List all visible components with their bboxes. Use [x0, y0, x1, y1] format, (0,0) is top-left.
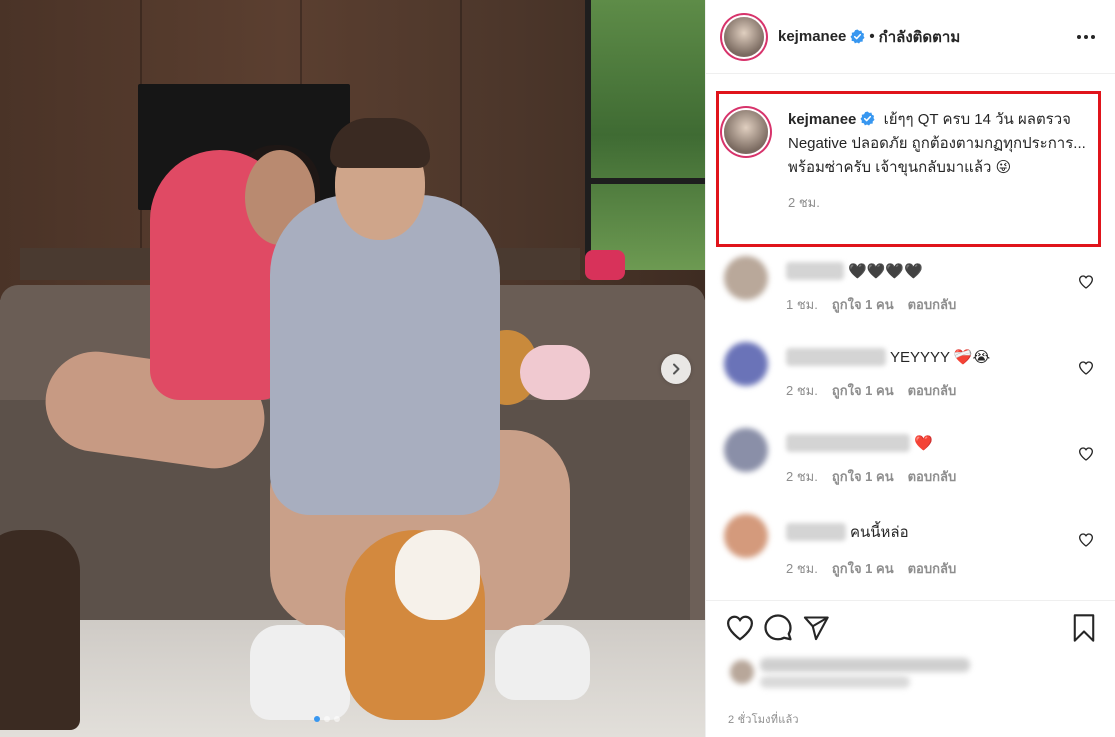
- reply-button[interactable]: ตอบกลับ: [908, 294, 957, 315]
- comment-like-count[interactable]: ถูกใจ 1 คน: [832, 558, 894, 579]
- reply-button[interactable]: ตอบกลับ: [908, 466, 957, 487]
- stool: [0, 530, 80, 730]
- sneaker: [250, 625, 350, 720]
- verified-badge-icon: [860, 111, 875, 126]
- comment-item: ❤️ 2 ชม. ถูกใจ 1 คน ตอบกลับ: [706, 424, 1115, 510]
- comment-time[interactable]: 2 ชม.: [786, 466, 818, 487]
- carousel-next-button[interactable]: [661, 354, 691, 384]
- header-username[interactable]: kejmanee: [778, 28, 846, 45]
- comment-item: 🖤🖤🖤🖤 1 ชม. ถูกใจ 1 คน ตอบกลับ: [706, 252, 1115, 338]
- avatar[interactable]: [724, 110, 768, 154]
- commenter-avatar[interactable]: [724, 342, 768, 386]
- comment-text: YEYYYY ❤️‍🩹😭: [890, 349, 991, 366]
- like-button[interactable]: [724, 612, 756, 644]
- cushion: [585, 250, 625, 280]
- commenter-username[interactable]: [786, 523, 846, 541]
- carousel-dot: [314, 716, 320, 722]
- chevron-right-icon: [673, 363, 680, 375]
- more-dot: [1084, 34, 1088, 39]
- save-button[interactable]: [1068, 612, 1100, 644]
- comment-time[interactable]: 2 ชม.: [786, 380, 818, 401]
- reply-button[interactable]: ตอบกลับ: [908, 380, 957, 401]
- comment-like-count[interactable]: ถูกใจ 1 คน: [832, 466, 894, 487]
- carousel-indicator: [314, 716, 340, 722]
- carousel-dot: [324, 716, 330, 722]
- comment-item: คนนี้หล่อ 2 ชม. ถูกใจ 1 คน ตอบกลับ: [706, 510, 1115, 596]
- corgi-face: [395, 530, 480, 620]
- heart-outline-icon[interactable]: [1078, 446, 1094, 462]
- comment-like-count[interactable]: ถูกใจ 1 คน: [832, 294, 894, 315]
- post-action-bar: [706, 600, 1115, 654]
- more-options-button[interactable]: [1073, 31, 1099, 43]
- likes-text-blurred: [760, 676, 910, 688]
- likes-summary[interactable]: [730, 656, 970, 694]
- comment-like-count[interactable]: ถูกใจ 1 คน: [832, 380, 894, 401]
- window: [585, 0, 705, 270]
- heart-icon: [726, 615, 754, 641]
- comment-button[interactable]: [762, 612, 794, 644]
- post-caption: kejmanee เย้ๆๆ QT ครบ 14 วัน ผลตรวจ Nega…: [724, 108, 1104, 213]
- heart-outline-icon[interactable]: [1078, 532, 1094, 548]
- more-dot: [1077, 34, 1081, 39]
- bookmark-icon: [1073, 613, 1095, 642]
- paper-plane-icon: [803, 615, 829, 640]
- following-button[interactable]: กำลังติดตาม: [879, 25, 961, 49]
- commenter-username[interactable]: [786, 262, 844, 280]
- likes-text-blurred: [760, 658, 970, 672]
- comment-text: ❤️: [914, 435, 933, 452]
- carousel-dot: [334, 716, 340, 722]
- post-header: kejmanee • กำลังติดตาม: [706, 0, 1115, 74]
- post-photo[interactable]: [0, 0, 705, 737]
- post-timestamp[interactable]: 2 ชั่วโมงที่แล้ว: [728, 710, 799, 728]
- comment-time[interactable]: 1 ชม.: [786, 294, 818, 315]
- share-button[interactable]: [800, 612, 832, 644]
- comment-time[interactable]: 2 ชม.: [786, 558, 818, 579]
- sneaker: [495, 625, 590, 700]
- person-hair: [330, 118, 430, 168]
- comment-text: คนนี้หล่อ: [850, 524, 909, 541]
- caption-text-block: kejmanee เย้ๆๆ QT ครบ 14 วัน ผลตรวจ Nega…: [788, 108, 1098, 180]
- comment-item: YEYYYY ❤️‍🩹😭 2 ชม. ถูกใจ 1 คน ตอบกลับ: [706, 338, 1115, 424]
- post-side-panel: kejmanee • กำลังติดตาม kejmanee เย้ๆๆ QT…: [705, 0, 1115, 737]
- verified-badge-icon: [850, 29, 865, 44]
- person-man-hoodie: [270, 195, 500, 515]
- avatar[interactable]: [724, 16, 764, 57]
- comment-text: 🖤🖤🖤🖤: [848, 263, 923, 280]
- more-dot: [1091, 34, 1095, 39]
- commenter-username[interactable]: [786, 348, 886, 366]
- comment-list: 🖤🖤🖤🖤 1 ชม. ถูกใจ 1 คน ตอบกลับ YEYYYY ❤️‍…: [706, 252, 1115, 596]
- heart-outline-icon[interactable]: [1078, 360, 1094, 376]
- commenter-avatar[interactable]: [724, 514, 768, 558]
- liker-avatar: [730, 660, 754, 684]
- caption-username[interactable]: kejmanee: [788, 111, 856, 128]
- commenter-avatar[interactable]: [724, 256, 768, 300]
- plush-toy: [520, 345, 590, 400]
- comment-bubble-icon: [764, 613, 792, 640]
- commenter-avatar[interactable]: [724, 428, 768, 472]
- commenter-username[interactable]: [786, 434, 910, 452]
- caption-timestamp[interactable]: 2 ชม.: [788, 192, 1098, 213]
- heart-outline-icon[interactable]: [1078, 274, 1094, 290]
- reply-button[interactable]: ตอบกลับ: [908, 558, 957, 579]
- follow-separator: •: [869, 28, 875, 45]
